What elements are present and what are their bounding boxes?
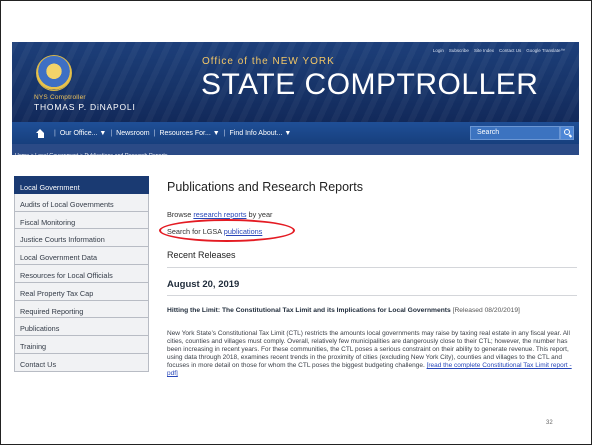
nav-item-resources-for[interactable]: Resources For... ▼: [159, 130, 219, 137]
sidebar-item-justice-courts[interactable]: Justice Courts Information: [14, 229, 149, 248]
sidebar-item-resources[interactable]: Resources for Local Officials: [14, 264, 149, 283]
search-button[interactable]: [560, 126, 574, 140]
sidebar-item-local-government[interactable]: Local Government: [14, 176, 149, 194]
research-reports-link[interactable]: research reports: [193, 210, 246, 219]
search-input[interactable]: Search: [470, 126, 560, 140]
utility-links: Login Subscribe Site Index Contact Us Go…: [433, 48, 565, 53]
browse-line: Browse research reports by year: [167, 210, 273, 219]
nav-item-find-info[interactable]: Find Info About... ▼: [230, 130, 292, 137]
breadcrumb-text[interactable]: Home > Local Government > Publications a…: [15, 153, 168, 159]
nav-separator: |: [223, 129, 226, 137]
article-body: New York State’s Constitutional Tax Limi…: [167, 330, 577, 378]
nav-item-newsroom[interactable]: Newsroom: [116, 130, 149, 137]
nav-separator: |: [153, 129, 156, 137]
sidebar: Local Government Audits of Local Governm…: [14, 176, 149, 372]
release-date-heading: August 20, 2019: [167, 279, 240, 290]
article-title-text[interactable]: Hitting the Limit: The Constitutional Ta…: [167, 307, 451, 314]
chevron-down-icon: ▼: [99, 129, 107, 137]
office-title[interactable]: STATE COMPTROLLER: [201, 68, 538, 102]
nav-item-our-office[interactable]: Our Office... ▼: [60, 130, 107, 137]
home-icon[interactable]: [36, 128, 45, 138]
util-link-login[interactable]: Login: [433, 48, 444, 53]
sidebar-item-training[interactable]: Training: [14, 336, 149, 354]
breadcrumb: Home > Local Government > Publications a…: [12, 144, 579, 159]
site-header: NYS Comptroller THOMAS P. DiNAPOLI Offic…: [12, 42, 579, 122]
article-title: Hitting the Limit: The Constitutional Ta…: [167, 307, 577, 315]
chevron-down-icon: ▼: [284, 129, 292, 137]
divider: [167, 267, 577, 268]
sidebar-item-fiscal-monitoring[interactable]: Fiscal Monitoring: [14, 211, 149, 230]
nav-separator: |: [110, 129, 113, 137]
comptroller-name: THOMAS P. DiNAPOLI: [34, 102, 136, 112]
search-placeholder: Search: [477, 129, 500, 136]
office-line: Office of the NEW YORK: [202, 56, 335, 67]
nav-separator: |: [54, 129, 56, 137]
sidebar-item-tax-cap[interactable]: Real Property Tax Cap: [14, 282, 149, 301]
util-link-subscribe[interactable]: Subscribe: [449, 48, 469, 53]
util-link-site-index[interactable]: Site Index: [474, 48, 494, 53]
sidebar-item-required-reporting[interactable]: Required Reporting: [14, 300, 149, 319]
util-link-translate[interactable]: Google Translate™: [526, 48, 565, 53]
article-released-date: [Released 08/20/2019]: [452, 307, 520, 314]
util-link-contact[interactable]: Contact Us: [499, 48, 521, 53]
page-title: Publications and Research Reports: [167, 180, 363, 194]
highlight-circle: [159, 219, 295, 242]
comptroller-label: NYS Comptroller: [34, 94, 86, 101]
nys-seal-logo[interactable]: [36, 55, 72, 91]
divider: [167, 295, 577, 296]
sidebar-item-audits[interactable]: Audits of Local Governments: [14, 193, 149, 212]
main-nav: | Our Office... ▼ | Newsroom | Resources…: [12, 122, 579, 144]
recent-releases-heading: Recent Releases: [167, 250, 236, 260]
slide-page-number: 32: [546, 420, 553, 426]
chevron-down-icon: ▼: [212, 129, 220, 137]
sidebar-item-local-gov-data[interactable]: Local Government Data: [14, 247, 149, 265]
sidebar-item-publications[interactable]: Publications: [14, 318, 149, 337]
sidebar-item-contact-us[interactable]: Contact Us: [14, 353, 149, 372]
